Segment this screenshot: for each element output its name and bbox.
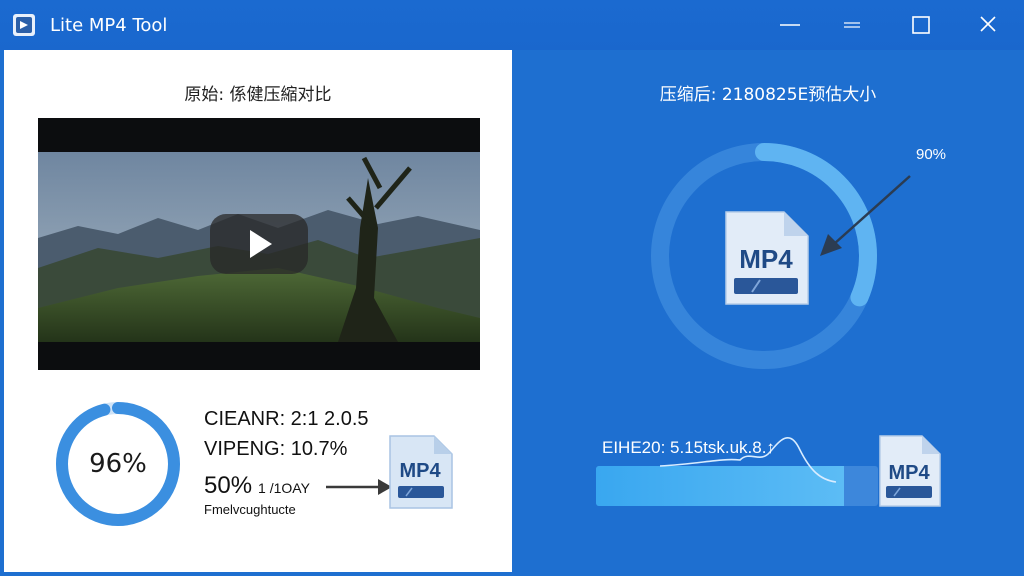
compressed-title: 压缩后: 2180825E预估大小	[659, 85, 877, 105]
arrow-right-icon	[324, 472, 394, 502]
mp4-file-label: MP4	[399, 460, 441, 482]
output-mp4-label: MP4	[888, 462, 930, 484]
title-bar: Lite MP4 Tool	[0, 0, 1024, 50]
pointer-arrow-icon	[812, 172, 918, 262]
original-title: 原始: 係健压縮对比	[184, 85, 332, 105]
play-button[interactable]	[210, 214, 308, 274]
app-logo-icon	[12, 12, 38, 38]
compressed-percent: 90%	[916, 146, 947, 163]
mp4-file-icon: MP4	[386, 434, 454, 510]
original-ring-percent: 96%	[89, 449, 147, 479]
compressed-size-label: EIHE20: 5.15tsk.uk.8.↑	[602, 438, 775, 457]
output-mp4-file-icon: MP4	[876, 434, 942, 508]
stat-line-1: CIEANR: 2:1 2.0.5	[204, 408, 369, 430]
original-panel: 原始: 係健压縮对比 96% CIEANR: 2:1 2.0.5 VIPENG:…	[4, 50, 512, 572]
compressed-mp4-label: MP4	[739, 244, 793, 274]
compressed-mp4-file-icon: MP4	[722, 210, 810, 306]
window-title: Lite MP4 Tool	[50, 15, 168, 36]
close-button[interactable]	[968, 10, 1008, 40]
minimize-button[interactable]	[770, 10, 810, 40]
stat-line-2: VIPENG: 10.7%	[204, 438, 348, 460]
video-preview[interactable]	[38, 118, 480, 370]
play-icon	[250, 230, 272, 258]
stat-ratio: 1 /1OAY	[258, 480, 310, 496]
stat-line-3: 50% 1 /1OAY	[204, 472, 310, 500]
stat-line-4: Fmelvcughtucte	[204, 502, 296, 517]
maximize-button[interactable]	[900, 10, 940, 40]
restore-down-button[interactable]	[832, 10, 872, 40]
stat-percent: 50%	[204, 472, 253, 499]
